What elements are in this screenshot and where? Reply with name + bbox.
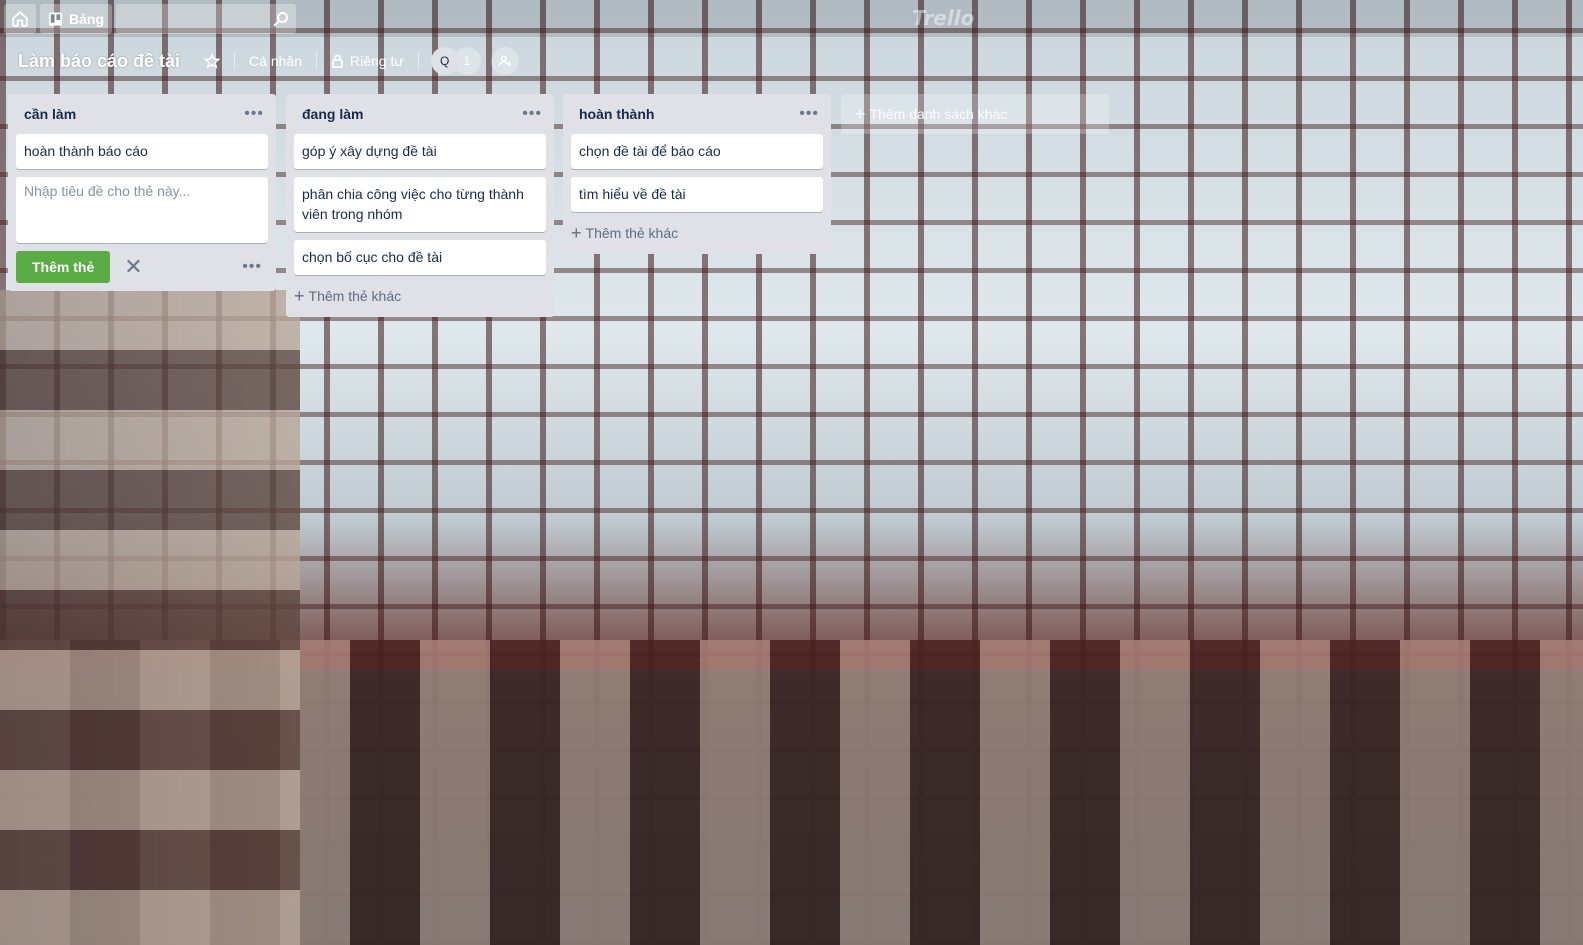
list-menu-icon[interactable]: ••• <box>522 105 542 123</box>
plus-icon: + <box>571 223 582 243</box>
home-button[interactable] <box>4 3 36 34</box>
search-box[interactable] <box>116 3 296 34</box>
add-card-label: Thêm thẻ khác <box>308 288 402 304</box>
search-icon[interactable] <box>272 10 290 28</box>
list-menu-icon[interactable]: ••• <box>799 105 819 123</box>
card-title-input[interactable] <box>24 183 260 237</box>
add-another-card-button[interactable]: + Thêm thẻ khác <box>294 283 546 309</box>
card[interactable]: chọn đề tài để báo cáo <box>571 134 823 169</box>
star-icon <box>204 53 221 69</box>
card[interactable]: góp ý xây dựng đề tài <box>294 134 546 169</box>
header-separator <box>417 52 419 70</box>
plus-icon: + <box>855 104 866 124</box>
board-icon <box>48 11 63 26</box>
member-count: 1 <box>463 54 471 68</box>
search-input[interactable] <box>116 3 296 34</box>
header-separator <box>315 52 317 70</box>
add-card-label: Thêm thẻ khác <box>585 225 679 241</box>
invite-button[interactable] <box>490 47 519 75</box>
top-navigation-bar: Bảng Trello <box>0 0 1583 37</box>
list-done: hoàn thành ••• chọn đề tài để báo cáo tì… <box>563 94 831 254</box>
composer-controls: Thêm thẻ ✕ ••• <box>16 251 268 283</box>
boards-button[interactable]: Bảng <box>40 3 112 34</box>
composer-options-icon[interactable]: ••• <box>242 258 262 276</box>
list-header: cần làm ••• <box>16 94 268 134</box>
board-title[interactable]: Làm báo cáo đề tài <box>18 51 180 72</box>
list-title[interactable]: đang làm <box>302 106 363 122</box>
board-header: Làm báo cáo đề tài Cá nhân Riêng tư Q 1 <box>0 37 1583 85</box>
home-icon <box>12 10 28 27</box>
member-avatar[interactable]: Q <box>430 47 459 75</box>
card[interactable]: hoàn thành báo cáo <box>16 134 268 169</box>
list-todo: cần làm ••• hoàn thành báo cáo Thêm thẻ … <box>8 94 276 291</box>
background-architecture-left <box>0 290 300 945</box>
member-initial: Q <box>440 54 450 68</box>
team-button[interactable]: Cá nhân <box>243 46 308 76</box>
list-title[interactable]: hoàn thành <box>579 106 654 122</box>
card[interactable]: tìm hiểu về đề tài <box>571 177 823 212</box>
header-separator <box>234 52 236 70</box>
card[interactable]: chọn bố cục cho đề tài <box>294 240 546 275</box>
trello-logo[interactable]: Trello <box>912 6 974 30</box>
add-list-label: Thêm danh sách khác <box>869 106 1008 122</box>
visibility-label: Riêng tư <box>349 53 404 69</box>
lock-icon <box>332 54 343 68</box>
team-label: Cá nhân <box>249 53 302 69</box>
close-icon[interactable]: ✕ <box>124 256 142 278</box>
card[interactable]: phân chia công việc cho từng thành viên … <box>294 177 546 232</box>
boards-label: Bảng <box>69 10 104 27</box>
list-header: đang làm ••• <box>294 94 546 134</box>
visibility-button[interactable]: Riêng tư <box>325 46 410 76</box>
star-button[interactable] <box>198 46 226 76</box>
add-card-button[interactable]: Thêm thẻ <box>16 251 111 283</box>
plus-icon: + <box>294 286 305 306</box>
list-menu-icon[interactable]: ••• <box>244 105 264 123</box>
list-doing: đang làm ••• góp ý xây dựng đề tài phân … <box>286 94 554 317</box>
list-header: hoàn thành ••• <box>571 94 823 134</box>
add-another-card-button[interactable]: + Thêm thẻ khác <box>571 220 823 246</box>
card-composer[interactable] <box>16 177 268 243</box>
add-member-icon <box>498 55 511 67</box>
list-title[interactable]: cần làm <box>24 106 76 122</box>
add-another-list-button[interactable]: + Thêm danh sách khác <box>841 94 1109 134</box>
